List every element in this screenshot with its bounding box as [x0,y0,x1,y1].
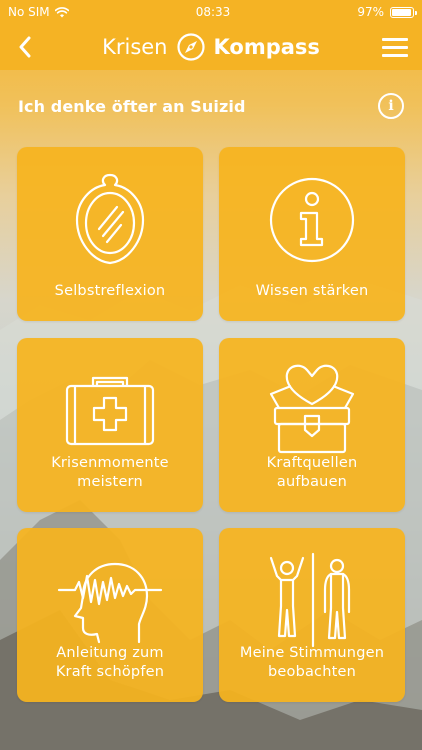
info-icon [269,177,355,263]
hamburger-line [382,37,408,41]
battery-icon [389,6,417,18]
status-left: No SIM [8,5,69,19]
tile-label: Krisenmomente meistern [51,455,169,490]
brand-name-part1: Krisen [102,35,168,59]
back-button[interactable] [10,32,40,62]
info-button[interactable]: i [378,93,404,119]
hamburger-line [382,45,408,49]
mood-figures-icon [269,552,351,648]
menu-button[interactable] [382,33,408,61]
page-heading-row: Ich denke öfter an Suizid i [18,92,404,120]
status-time: 08:33 [195,5,231,19]
brand-name-part2: Kompass [213,35,320,59]
hamburger-line [382,53,408,57]
tile-label: Wissen stärken [255,283,369,299]
tile-label: Kraftquellen aufbauen [266,455,358,490]
compass-icon [176,33,205,61]
heart-chest-icon [269,364,355,454]
wifi-icon [54,6,69,17]
mirror-icon [75,173,145,265]
battery-percent: 97% [357,5,384,19]
tile-anleitung-kraft-schoepfen[interactable]: Anleitung zum Kraft schöpfen [17,528,203,702]
tile-kraftquellen-aufbauen[interactable]: Kraftquellen aufbauen [219,338,405,512]
battery-level [391,8,412,16]
tile-krisenmomente-meistern[interactable]: Krisenmomente meistern [17,338,203,512]
first-aid-kit-icon [65,376,155,446]
tile-wissen-staerken[interactable]: Wissen stärken [219,147,405,321]
tile-selbstreflexion[interactable]: Selbstreflexion [17,147,203,321]
tile-stimmungen-beobachten[interactable]: Meine Stimmungen beobachten [219,528,405,702]
carrier-label: No SIM [8,5,50,19]
tile-label: Selbstreflexion [54,283,166,299]
head-waves-icon [57,562,163,644]
page-title: Ich denke öfter an Suizid [18,96,246,116]
chevron-left-icon [19,36,31,58]
info-icon: i [388,98,394,114]
tile-label: Anleitung zum Kraft schöpfen [55,645,165,680]
tile-label: Meine Stimmungen beobachten [239,645,385,680]
status-right: 97% [357,5,417,19]
nav-bar: Krisen Kompass [0,24,422,70]
status-bar: No SIM 08:33 97% [0,0,422,24]
app-logo: Krisen Kompass [102,32,320,62]
